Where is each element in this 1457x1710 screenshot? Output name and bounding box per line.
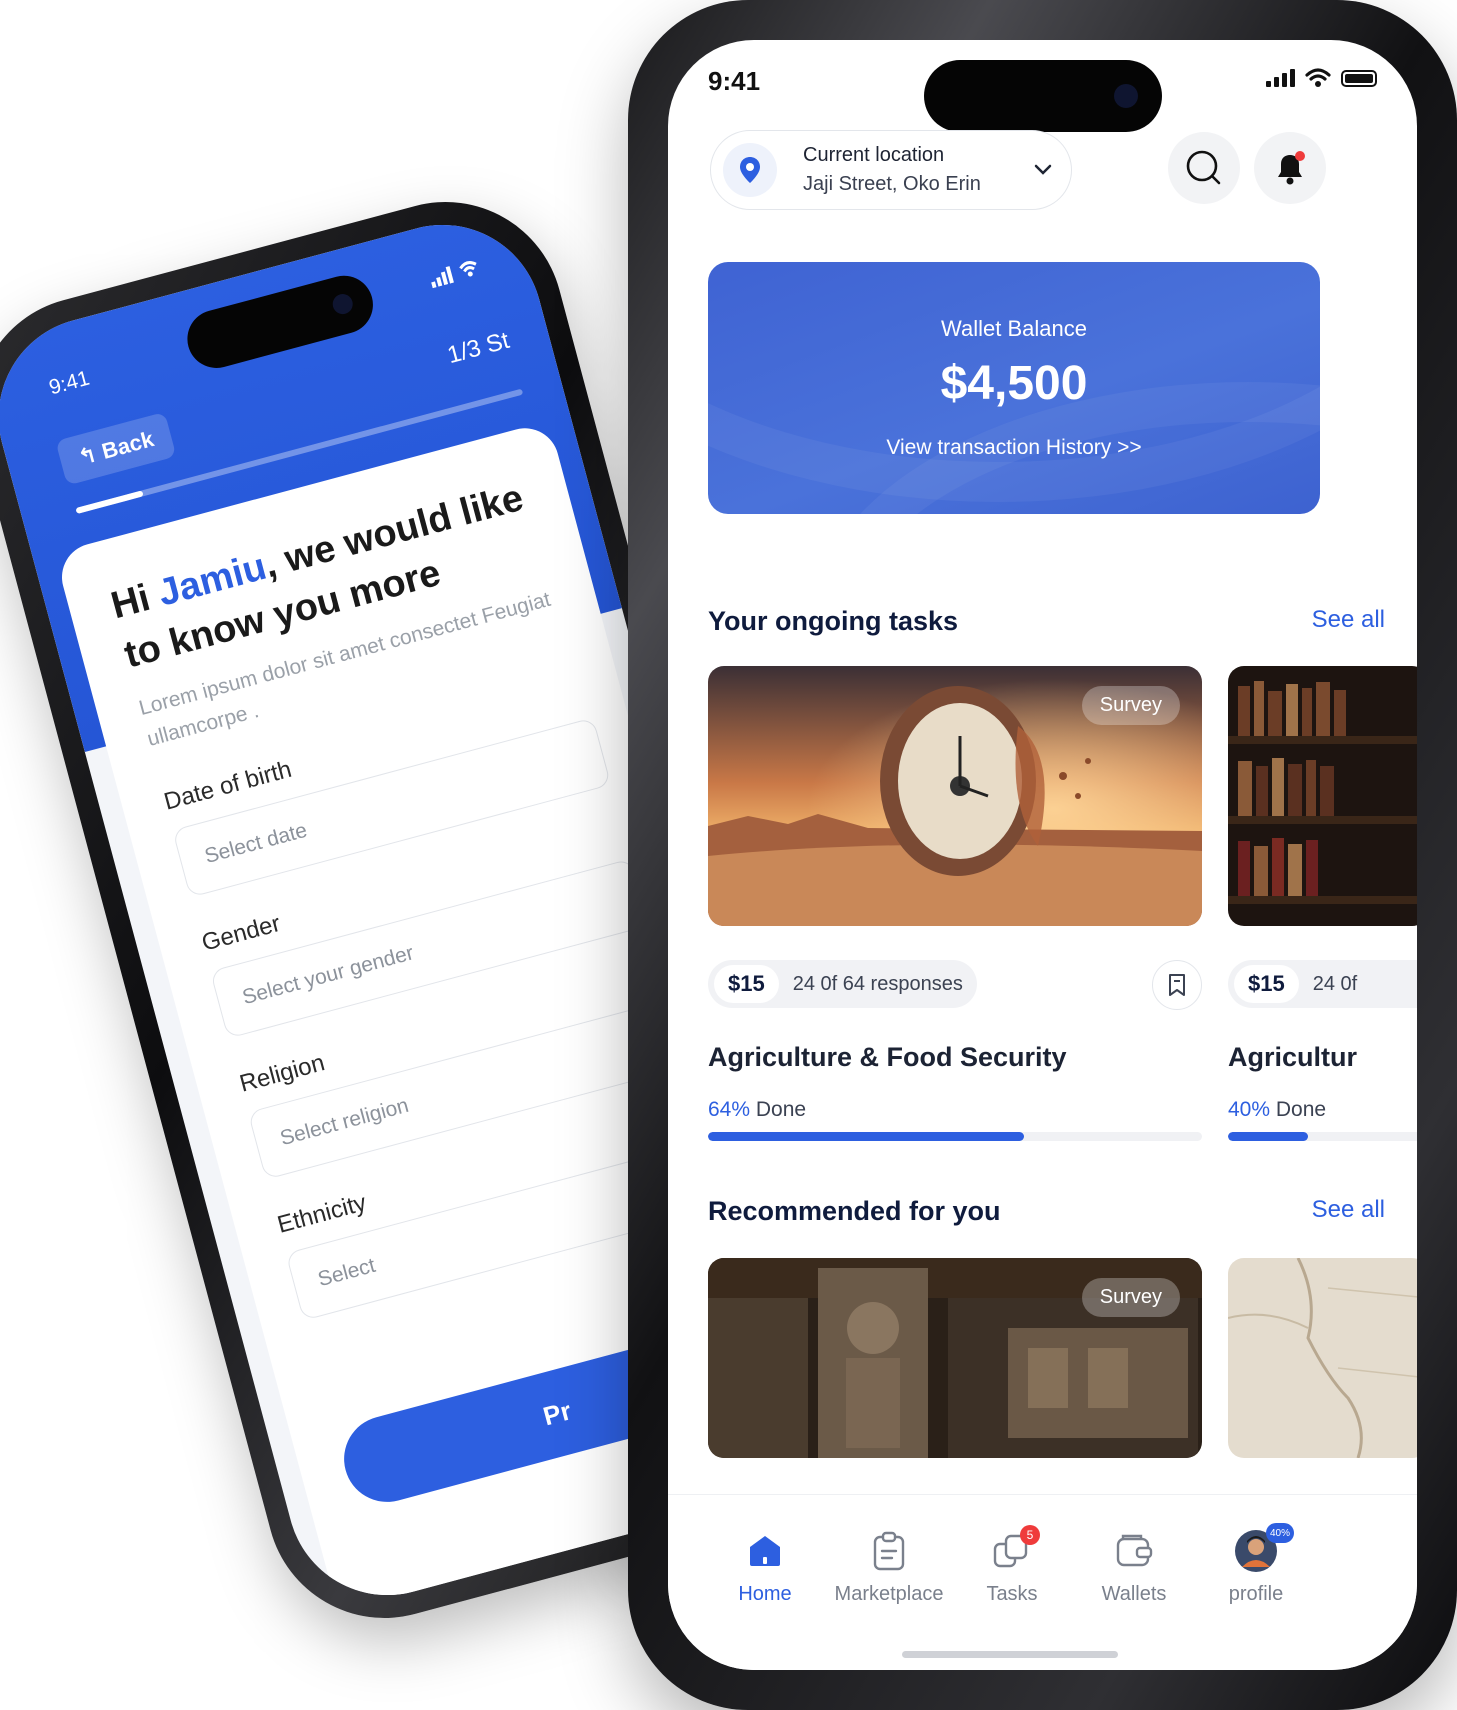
signal-icon: [1266, 69, 1295, 87]
step-indicator: 1/3 St: [444, 326, 513, 370]
profile-completion-badge: 40%: [1266, 1523, 1294, 1543]
wallet-card: Wallet Balance $4,500 View transaction H…: [708, 262, 1320, 514]
task-reward-pill: $15 24 0f 64 responses: [708, 960, 977, 1008]
task-progress-label: 40% Done: [1228, 1098, 1326, 1122]
task-title[interactable]: Agricultur: [1228, 1042, 1357, 1073]
task-card-image[interactable]: Survey: [708, 666, 1202, 926]
old-map-image: [1228, 1258, 1417, 1458]
tasks-icon: 5: [952, 1525, 1072, 1573]
avatar-icon: 40%: [1196, 1523, 1316, 1573]
bottom-navigation: Home Marketplace 5 Tasks Wallets 40% pro…: [668, 1494, 1417, 1670]
bookmark-button[interactable]: [1152, 960, 1202, 1010]
tab-tasks[interactable]: 5 Tasks: [952, 1525, 1072, 1606]
back-button[interactable]: ↰ Back: [55, 411, 177, 486]
bell-icon: [1278, 151, 1305, 185]
recommended-see-all-link[interactable]: See all: [1312, 1196, 1385, 1224]
task-reward-pill: $15 24 0f: [1228, 960, 1417, 1008]
wallet-icon: [1074, 1529, 1194, 1573]
dynamic-island: [924, 60, 1162, 132]
tab-label: Home: [738, 1583, 792, 1605]
task-progress-bar: [1228, 1132, 1417, 1141]
task-progress-label: 64% Done: [708, 1098, 806, 1122]
tab-marketplace[interactable]: Marketplace: [829, 1529, 949, 1606]
location-text: Current location Jaji Street, Oko Erin: [803, 144, 981, 196]
search-icon: [1186, 150, 1221, 185]
dynamic-island: [180, 269, 380, 375]
location-address: Jaji Street, Oko Erin: [803, 173, 981, 195]
recommended-card-image[interactable]: Survey: [708, 1258, 1202, 1458]
task-progress-fill: [708, 1132, 1025, 1141]
tab-wallets[interactable]: Wallets: [1074, 1529, 1194, 1606]
step-progress-fill: [75, 490, 144, 514]
tab-label: Marketplace: [834, 1583, 944, 1605]
task-progress-percent: 64%: [708, 1098, 751, 1121]
home-phone: 9:41 Current location Jaji Street, Oko E…: [628, 0, 1457, 1710]
recommended-title: Recommended for you: [708, 1196, 1001, 1226]
task-progress-done: Done: [1270, 1098, 1327, 1121]
task-title[interactable]: Agriculture & Food Security: [708, 1042, 1067, 1073]
clipboard-icon: [829, 1529, 949, 1573]
transaction-history-link[interactable]: View transaction History >>: [708, 436, 1320, 460]
ongoing-tasks-title: Your ongoing tasks: [708, 606, 959, 636]
task-card-image[interactable]: [1228, 666, 1417, 926]
tab-label: profile: [1228, 1583, 1284, 1605]
task-price: $15: [1234, 965, 1299, 1003]
bookshelf-image: [1228, 666, 1417, 926]
camera-icon: [330, 291, 355, 317]
task-progress-bar: [708, 1132, 1202, 1141]
bookmark-icon: [1169, 974, 1185, 996]
location-pin-icon: [723, 143, 777, 197]
tasks-badge: 5: [1020, 1525, 1040, 1545]
task-progress-fill: [1228, 1132, 1308, 1141]
task-progress-done: Done: [750, 1098, 807, 1121]
tab-home[interactable]: Home: [705, 1529, 825, 1606]
status-time: 9:41: [708, 66, 761, 96]
location-title: Current location: [803, 144, 945, 166]
camera-icon: [1114, 84, 1138, 108]
task-responses: 24 0f: [1312, 972, 1358, 995]
notification-button[interactable]: [1254, 132, 1326, 204]
recommended-card-image[interactable]: [1228, 1258, 1417, 1458]
tab-profile[interactable]: 40% profile: [1196, 1523, 1316, 1606]
back-button-label: Back: [99, 426, 157, 464]
status-icons: [1266, 68, 1377, 88]
wallet-label: Wallet Balance: [941, 316, 1087, 341]
home-screen: 9:41 Current location Jaji Street, Oko E…: [668, 40, 1417, 1670]
search-button[interactable]: [1168, 132, 1240, 204]
location-selector[interactable]: Current location Jaji Street, Oko Erin: [710, 130, 1072, 210]
wifi-icon: [1305, 68, 1331, 87]
task-price: $15: [714, 965, 779, 1003]
wallet-amount: $4,500: [940, 357, 1088, 410]
home-indicator: [902, 1651, 1118, 1658]
status-time: 9:41: [46, 366, 92, 400]
tab-label: Tasks: [986, 1583, 1038, 1605]
chevron-down-icon: [1034, 164, 1052, 175]
task-responses: 24 0f 64 responses: [792, 972, 963, 995]
tab-label: Wallets: [1101, 1583, 1167, 1605]
survey-tag: Survey: [1081, 1278, 1180, 1317]
ongoing-see-all-link[interactable]: See all: [1312, 606, 1385, 634]
task-progress-percent: 40%: [1228, 1098, 1271, 1121]
home-icon: [705, 1529, 825, 1573]
signal-wifi-icon: [431, 261, 477, 289]
survey-tag: Survey: [1081, 686, 1180, 725]
battery-icon: [1341, 69, 1377, 87]
status-icons: [428, 255, 492, 294]
